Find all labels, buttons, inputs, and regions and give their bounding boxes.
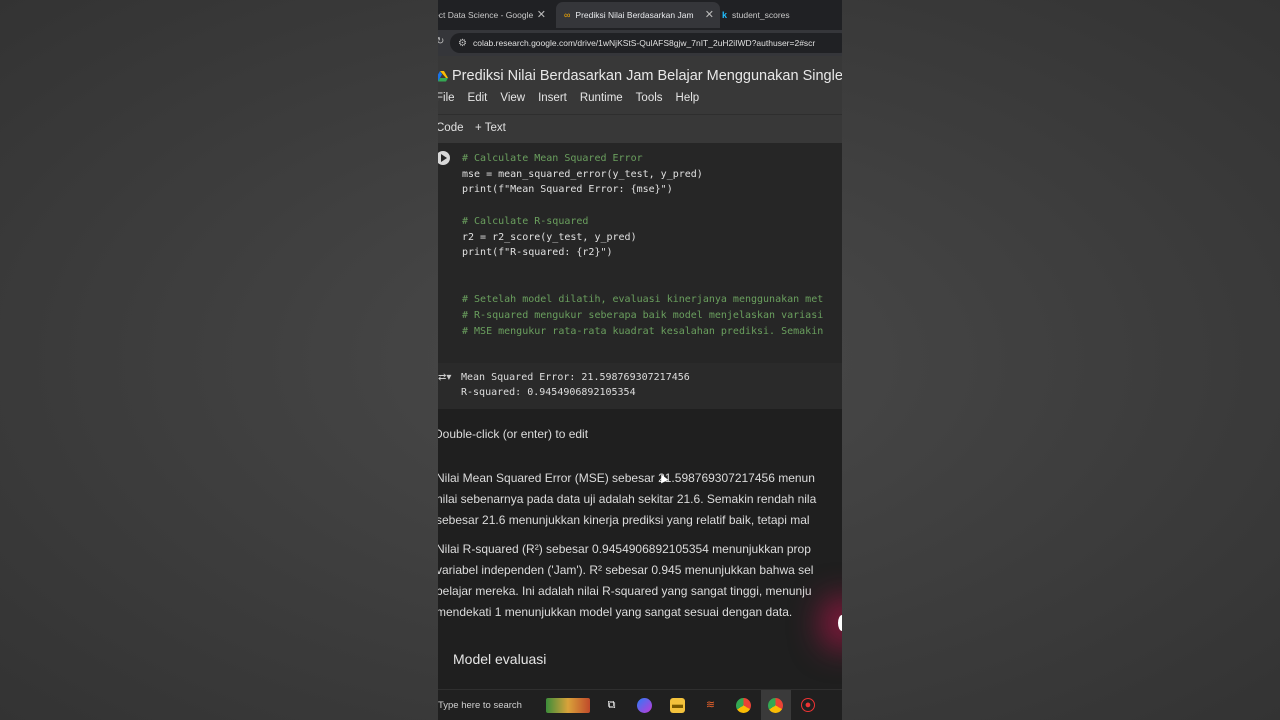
code-editor[interactable]: # Calculate Mean Squared Error mse = mea…: [462, 151, 823, 339]
windows-taskbar: Type here to search ⧉ ▬ ≋ ●: [438, 689, 842, 720]
kaggle-icon: k: [722, 10, 728, 20]
paragraph-line: Nilai R-squared (R²) sebesar 0.945490689…: [438, 542, 811, 556]
text-cell[interactable]: Double-click (or enter) to edit Nilai Me…: [438, 409, 842, 689]
paragraph-mse: Nilai Mean Squared Error (MSE) sebesar 2…: [438, 468, 816, 531]
browser-tab-strip: ect Data Science - Google ✕ ∞ Prediksi N…: [438, 0, 842, 30]
code-line: mse = mean_squared_error(y_test, y_pred): [462, 168, 703, 180]
output-menu-icon[interactable]: ⇄▾: [438, 372, 451, 383]
output-line: R-squared: 0.9454906892105354: [461, 387, 636, 398]
menu-tools[interactable]: Tools: [636, 92, 663, 104]
menu-help[interactable]: Help: [676, 92, 700, 104]
drive-icon: [438, 70, 448, 81]
menu-view[interactable]: View: [500, 92, 525, 104]
run-cell-button[interactable]: [438, 151, 450, 165]
taskbar-search[interactable]: Type here to search: [438, 700, 522, 711]
output-text: Mean Squared Error: 21.598769307217456 R…: [461, 370, 690, 400]
notebook-title-text: Prediksi Nilai Berdasarkan Jam Belajar M…: [452, 68, 842, 84]
paragraph-r2: Nilai R-squared (R²) sebesar 0.945490689…: [438, 539, 813, 623]
edit-hint: Double-click (or enter) to edit: [438, 427, 589, 441]
section-heading[interactable]: Model evaluasi: [453, 651, 546, 667]
screen-recording-frame: ect Data Science - Google ✕ ∞ Prediksi N…: [438, 0, 842, 720]
menu-file[interactable]: File: [438, 92, 455, 104]
add-code-button[interactable]: Code: [438, 122, 464, 134]
code-line: print(f"Mean Squared Error: {mse}"): [462, 184, 673, 196]
task-view-icon[interactable]: ⧉: [604, 698, 619, 713]
cell-output: ⇄▾ Mean Squared Error: 21.59876930721745…: [438, 363, 842, 409]
paragraph-line: belajar mereka. Ini adalah nilai R-squar…: [438, 584, 812, 598]
screen-recorder-icon[interactable]: ●: [801, 698, 815, 712]
chrome-profile-icon[interactable]: [768, 698, 783, 713]
close-icon[interactable]: ✕: [537, 8, 546, 21]
add-text-button[interactable]: + Text: [475, 122, 506, 134]
site-info-icon[interactable]: ⚙: [458, 38, 467, 49]
paragraph-line: Nilai Mean Squared Error (MSE) sebesar 2…: [438, 471, 815, 485]
menu-insert[interactable]: Insert: [538, 92, 567, 104]
url-text: colab.research.google.com/drive/1wNjKStS…: [472, 38, 816, 48]
paragraph-line: sebesar 21.6 menunjukkan kinerja prediks…: [438, 513, 810, 527]
code-line: # R-squared mengukur seberapa baik model…: [462, 310, 824, 322]
recorder-app-icon[interactable]: ≋: [703, 698, 718, 713]
output-line: Mean Squared Error: 21.598769307217456: [461, 372, 690, 383]
notebook-header: Prediksi Nilai Berdasarkan Jam Belajar M…: [438, 56, 842, 114]
notebook-title[interactable]: Prediksi Nilai Berdasarkan Jam Belajar M…: [438, 68, 842, 84]
menu-edit[interactable]: Edit: [468, 92, 488, 104]
menu-runtime[interactable]: Runtime: [580, 92, 623, 104]
paragraph-line: mendekati 1 menunjukkan model yang sanga…: [438, 605, 793, 619]
code-line: r2 = r2_score(y_test, y_pred): [462, 231, 637, 243]
chrome-icon[interactable]: [736, 698, 751, 713]
url-field[interactable]: ⚙ colab.research.google.com/drive/1wNjKS…: [450, 33, 842, 53]
tab-data-science[interactable]: ect Data Science - Google ✕: [438, 2, 552, 28]
colab-icon: ∞: [564, 10, 571, 20]
search-highlight-icon[interactable]: [546, 698, 590, 713]
reload-icon[interactable]: ↻: [438, 36, 444, 47]
address-bar: ↻ ⚙ colab.research.google.com/drive/1wNj…: [438, 30, 842, 56]
notebook-toolbar: Code + Text: [438, 114, 842, 144]
paragraph-line: nilai sebenarnya pada data uji adalah se…: [438, 492, 817, 506]
copilot-icon[interactable]: [637, 698, 652, 713]
tab-label: ect Data Science - Google: [438, 10, 534, 20]
code-line: # MSE mengukur rata-rata kuadrat kesalah…: [462, 325, 824, 337]
recording-indicator: [838, 615, 842, 631]
menu-bar: File Edit View Insert Runtime Tools Help: [438, 92, 712, 104]
code-line: print(f"R-squared: {r2}"): [462, 247, 613, 259]
file-explorer-icon[interactable]: ▬: [670, 698, 685, 713]
code-line: # Calculate Mean Squared Error: [462, 153, 643, 164]
close-icon[interactable]: ✕: [705, 8, 714, 21]
paragraph-line: variabel independen ('Jam'). R² sebesar …: [438, 563, 814, 577]
code-line: # Setelah model dilatih, evaluasi kinerj…: [462, 294, 824, 306]
tab-prediksi-nilai[interactable]: ∞ Prediksi Nilai Berdasarkan Jam ✕: [556, 2, 720, 28]
tab-label: Prediksi Nilai Berdasarkan Jam: [575, 10, 694, 20]
code-cell[interactable]: # Calculate Mean Squared Error mse = mea…: [438, 143, 842, 363]
code-line: # Calculate R-squared: [462, 215, 589, 227]
tab-label: student_scores: [732, 10, 790, 20]
tab-student-scores[interactable]: k student_scores: [722, 2, 842, 28]
